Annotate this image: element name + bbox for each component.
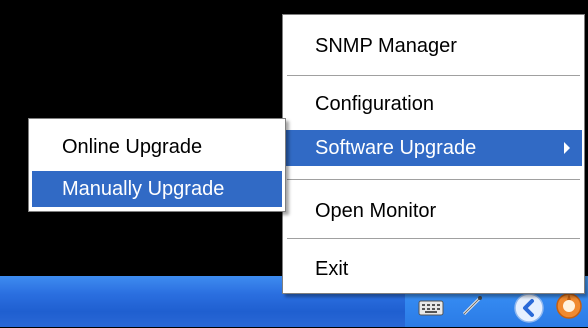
menu-item-online-upgrade[interactable]: Online Upgrade xyxy=(32,129,282,165)
menu-item-open-monitor[interactable]: Open Monitor xyxy=(285,193,582,229)
menu-separator xyxy=(287,238,580,240)
menu-item-software-upgrade[interactable]: Software Upgrade xyxy=(285,130,582,166)
screen: { "main_menu": { "items": [ {"label": "S… xyxy=(0,0,588,327)
submenu-arrow-icon xyxy=(564,142,570,154)
menu-item-manually-upgrade[interactable]: Manually Upgrade xyxy=(32,171,282,207)
menu-separator xyxy=(287,179,580,181)
menu-item-configuration[interactable]: Configuration xyxy=(285,86,582,122)
pen-icon[interactable] xyxy=(460,294,484,323)
menu-item-exit[interactable]: Exit xyxy=(285,251,582,287)
app-tray-icon[interactable] xyxy=(553,290,585,327)
menu-item-label: Software Upgrade xyxy=(315,137,477,159)
expand-tray-icon[interactable] xyxy=(514,293,544,328)
tray-context-menu: SNMP Manager Configuration Software Upgr… xyxy=(282,14,585,294)
keyboard-icon[interactable] xyxy=(418,300,444,321)
menu-separator xyxy=(287,75,580,77)
menu-item-snmp-manager[interactable]: SNMP Manager xyxy=(285,28,582,64)
software-upgrade-submenu: Online Upgrade Manually Upgrade xyxy=(28,118,286,212)
